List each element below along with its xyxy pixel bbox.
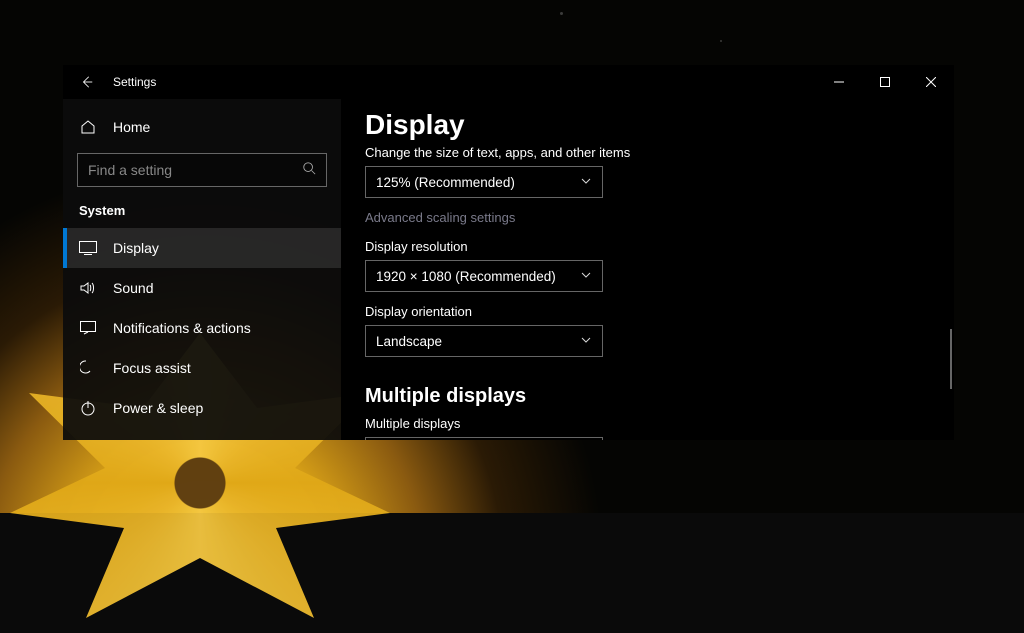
nav-label: Display bbox=[113, 240, 159, 256]
search-box[interactable] bbox=[77, 153, 327, 187]
orientation-label: Display orientation bbox=[365, 304, 930, 319]
resolution-label: Display resolution bbox=[365, 239, 930, 254]
nav-label: Power & sleep bbox=[113, 400, 203, 416]
sidebar-item-power-sleep[interactable]: Power & sleep bbox=[63, 388, 341, 428]
settings-window: Settings Home System bbox=[63, 65, 954, 440]
multiple-dropdown[interactable]: Extend these displays bbox=[365, 437, 603, 440]
orientation-dropdown[interactable]: Landscape bbox=[365, 325, 603, 357]
home-label: Home bbox=[113, 119, 150, 135]
nav-label: Sound bbox=[113, 280, 153, 296]
sidebar-item-display[interactable]: Display bbox=[63, 228, 341, 268]
sidebar: Home System Display Sound Notifications … bbox=[63, 99, 341, 440]
maximize-button[interactable] bbox=[862, 65, 908, 99]
minimize-button[interactable] bbox=[816, 65, 862, 99]
chevron-down-icon bbox=[580, 175, 592, 190]
home-icon bbox=[79, 119, 97, 135]
speck bbox=[720, 40, 722, 42]
display-icon bbox=[79, 241, 97, 255]
notifications-icon bbox=[79, 321, 97, 335]
home-nav[interactable]: Home bbox=[63, 107, 341, 147]
focus-assist-icon bbox=[79, 360, 97, 376]
window-controls bbox=[816, 65, 954, 99]
orientation-value: Landscape bbox=[376, 334, 442, 349]
window-title: Settings bbox=[113, 75, 156, 89]
nav-label: Notifications & actions bbox=[113, 320, 251, 336]
sidebar-category: System bbox=[63, 197, 341, 228]
resolution-value: 1920 × 1080 (Recommended) bbox=[376, 269, 556, 284]
chevron-down-icon bbox=[580, 334, 592, 349]
multiple-label: Multiple displays bbox=[365, 416, 930, 431]
sidebar-item-focus-assist[interactable]: Focus assist bbox=[63, 348, 341, 388]
search-icon bbox=[302, 161, 316, 180]
speck bbox=[560, 12, 563, 15]
search-input[interactable] bbox=[88, 162, 302, 178]
scrollbar[interactable] bbox=[950, 329, 952, 389]
back-button[interactable] bbox=[77, 75, 97, 89]
multiple-displays-heading: Multiple displays bbox=[365, 385, 930, 408]
scale-value: 125% (Recommended) bbox=[376, 175, 515, 190]
nav-label: Focus assist bbox=[113, 360, 191, 376]
content-pane: Display Change the size of text, apps, a… bbox=[341, 99, 954, 440]
resolution-dropdown[interactable]: 1920 × 1080 (Recommended) bbox=[365, 260, 603, 292]
sidebar-item-notifications[interactable]: Notifications & actions bbox=[63, 308, 341, 348]
scale-dropdown[interactable]: 125% (Recommended) bbox=[365, 166, 603, 198]
scale-label: Change the size of text, apps, and other… bbox=[365, 145, 930, 160]
power-icon bbox=[79, 400, 97, 416]
close-button[interactable] bbox=[908, 65, 954, 99]
window-body: Home System Display Sound Notifications … bbox=[63, 99, 954, 440]
sound-icon bbox=[79, 281, 97, 295]
page-title: Display bbox=[365, 109, 930, 141]
titlebar: Settings bbox=[63, 65, 954, 99]
chevron-down-icon bbox=[580, 269, 592, 284]
advanced-scaling-link[interactable]: Advanced scaling settings bbox=[365, 210, 515, 225]
sidebar-item-sound[interactable]: Sound bbox=[63, 268, 341, 308]
